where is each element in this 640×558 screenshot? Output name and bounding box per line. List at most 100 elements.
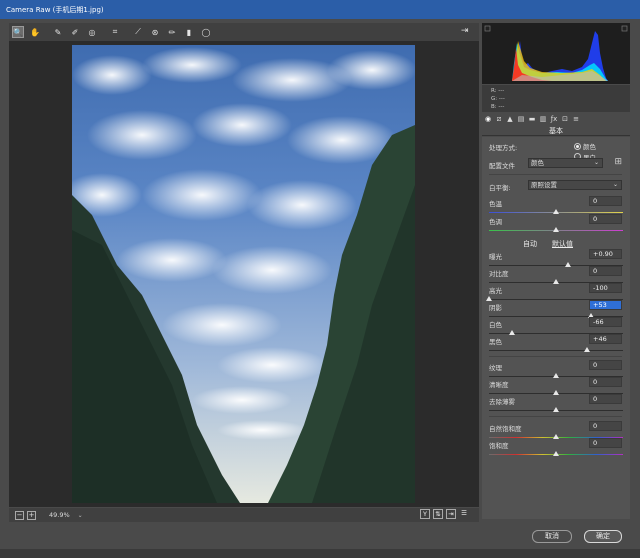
straighten-tool-icon[interactable]: ⟋: [132, 26, 144, 38]
radial-filter-tool-icon[interactable]: ◯: [200, 26, 212, 38]
contrast-field[interactable]: 0: [589, 266, 622, 276]
chevron-down-icon: ⌄: [593, 159, 599, 166]
copy-settings-icon[interactable]: ⇥: [446, 509, 456, 519]
hand-tool-icon[interactable]: ✋: [29, 26, 41, 38]
auto-link[interactable]: 自动: [523, 239, 537, 249]
texture-field[interactable]: 0: [589, 360, 622, 370]
blacks-slider-track[interactable]: [489, 347, 623, 352]
color-sampler-tool-icon[interactable]: ✐: [69, 26, 81, 38]
histogram-graph: [484, 25, 628, 81]
contrast-slider-thumb[interactable]: [553, 279, 559, 284]
blacks-field[interactable]: +46: [589, 334, 622, 344]
adjustment-brush-tool-icon[interactable]: ✏: [166, 26, 178, 38]
whites-slider-thumb[interactable]: [508, 330, 515, 335]
tone-curve-tab-icon[interactable]: ⧄: [495, 115, 503, 123]
window-titlebar: Camera Raw (手机后期1.jpg): [0, 0, 640, 19]
crop-tool-icon[interactable]: ⌗: [109, 26, 121, 38]
process-color-radio[interactable]: 颜色: [574, 141, 596, 151]
targeted-adjustment-tool-icon[interactable]: ◎: [86, 26, 98, 38]
tint-field[interactable]: 0: [589, 214, 622, 224]
histogram: [482, 23, 630, 84]
temp-label: 色温: [489, 200, 502, 208]
profile-select[interactable]: 颜色 ⌄: [528, 158, 603, 168]
split-toning-tab-icon[interactable]: ▬: [528, 115, 536, 123]
saturation-slider-track[interactable]: [489, 451, 623, 456]
red-eye-tool-icon[interactable]: ⊛: [149, 26, 161, 38]
panel-tabs: ◉ ⧄ ▲ ▤ ▬ ▥ ƒx ⊡ ≡: [482, 113, 630, 125]
bottom-strip: [0, 549, 640, 558]
blacks-slider-thumb[interactable]: [583, 347, 590, 352]
vibrance-slider-thumb[interactable]: [553, 434, 559, 439]
dehaze-field[interactable]: 0: [589, 394, 622, 404]
wb-value: 原照设置: [531, 181, 557, 189]
wb-select[interactable]: 原照设置 ⌄: [528, 180, 622, 190]
process-color-label: 颜色: [583, 143, 596, 151]
b-label: B:: [491, 104, 497, 110]
open-preferences-icon[interactable]: ⇥: [461, 26, 473, 38]
saturation-slider-thumb[interactable]: [553, 451, 559, 456]
swap-settings-icon[interactable]: ⇅: [433, 509, 443, 519]
lens-tab-icon[interactable]: ▥: [539, 115, 547, 123]
tint-slider-track[interactable]: [489, 227, 623, 232]
ok-button[interactable]: 确定: [584, 530, 622, 543]
tint-label: 色调: [489, 218, 502, 226]
zoom-tool-icon[interactable]: 🔍: [12, 26, 24, 38]
status-bar: − + 49.9% ⌄ Y ⇅ ⇥ ☰: [9, 508, 479, 522]
graduated-filter-tool-icon[interactable]: ▮: [183, 26, 195, 38]
tool-bar: 🔍 ✋ ✎ ✐ ◎ ⌗ ⟋ ⊛ ✏ ▮ ◯: [9, 23, 479, 41]
exposure-field[interactable]: +0.90: [589, 249, 622, 259]
g-label: G:: [491, 96, 498, 102]
basic-tab-icon[interactable]: ◉: [484, 115, 492, 123]
divider: [489, 174, 622, 175]
default-link[interactable]: 默认值: [552, 239, 573, 249]
photo-preview[interactable]: [72, 45, 415, 503]
clarity-slider-thumb[interactable]: [553, 390, 559, 395]
temp-slider-thumb[interactable]: [553, 209, 559, 214]
clarity-field[interactable]: 0: [589, 377, 622, 387]
r-value: ---: [498, 88, 505, 94]
divider: [489, 356, 622, 357]
hsl-tab-icon[interactable]: ▤: [517, 115, 525, 123]
cancel-button[interactable]: 取消: [532, 530, 572, 543]
dehaze-slider-track[interactable]: [489, 407, 623, 412]
rgb-readout: R: --- G: --- B: ---: [482, 85, 630, 112]
whites-label: 白色: [489, 321, 502, 329]
temp-field[interactable]: 0: [589, 196, 622, 206]
whites-field[interactable]: -66: [589, 317, 622, 327]
texture-slider-thumb[interactable]: [553, 373, 559, 378]
texture-label: 纹理: [489, 364, 502, 372]
divider: [489, 416, 622, 417]
highlights-slider-thumb[interactable]: [486, 296, 492, 301]
chevron-down-icon: ⌄: [612, 181, 618, 188]
white-balance-tool-icon[interactable]: ✎: [52, 26, 64, 38]
dehaze-slider-thumb[interactable]: [553, 407, 559, 412]
toggle-settings-icon[interactable]: ☰: [459, 509, 469, 519]
calibration-tab-icon[interactable]: ⊡: [561, 115, 569, 123]
shadows-label: 阴影: [489, 304, 502, 312]
effects-tab-icon[interactable]: ƒx: [550, 115, 558, 123]
dehaze-label: 去除薄雾: [489, 398, 515, 406]
wb-label: 白平衡:: [489, 184, 511, 192]
zoom-in-button[interactable]: +: [27, 510, 36, 520]
zoom-dropdown-icon[interactable]: ⌄: [78, 512, 83, 519]
highlights-field[interactable]: -100: [589, 283, 622, 293]
window-title: Camera Raw (手机后期1.jpg): [6, 6, 104, 14]
saturation-label: 饱和度: [489, 442, 509, 450]
shadows-field[interactable]: +53: [589, 300, 622, 310]
before-after-y-icon[interactable]: Y: [420, 509, 430, 519]
profile-browser-icon[interactable]: ⊞: [614, 157, 622, 167]
b-value: ---: [498, 104, 505, 110]
highlights-label: 高光: [489, 287, 502, 295]
exposure-slider-thumb[interactable]: [565, 262, 572, 267]
profile-value: 颜色: [531, 159, 544, 167]
basic-panel: 处理方式: 颜色 黑白 配置文件 颜色 ⌄ ⊞ 白平衡: 原照设置 ⌄ 色温 0…: [482, 137, 630, 519]
vibrance-field[interactable]: 0: [589, 421, 622, 431]
detail-tab-icon[interactable]: ▲: [506, 115, 514, 123]
saturation-field[interactable]: 0: [589, 438, 622, 448]
temp-slider-track[interactable]: [489, 209, 623, 214]
clarity-label: 清晰度: [489, 381, 509, 389]
tint-slider-thumb[interactable]: [553, 227, 559, 232]
zoom-out-button[interactable]: −: [15, 510, 24, 520]
presets-tab-icon[interactable]: ≡: [572, 115, 580, 123]
r-label: R:: [491, 88, 497, 94]
